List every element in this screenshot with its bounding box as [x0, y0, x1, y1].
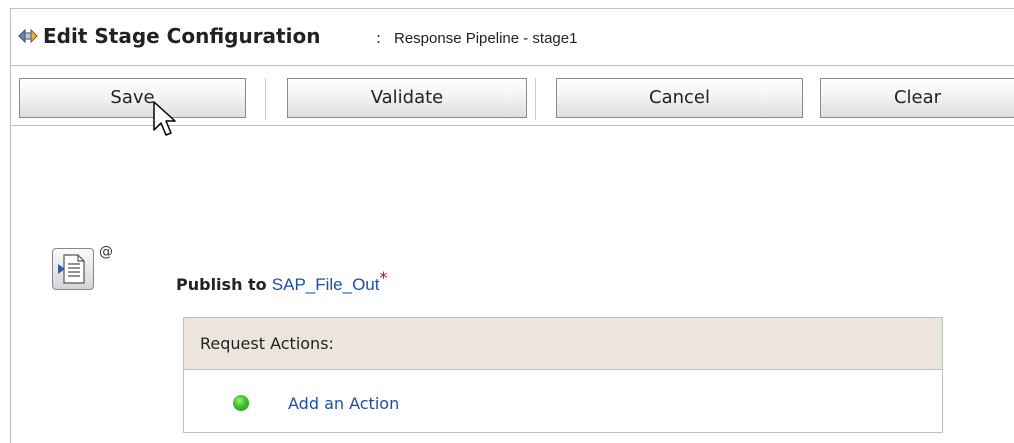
page-title: Edit Stage Configuration — [43, 24, 321, 48]
stage-config-icon — [18, 28, 38, 44]
content-border — [10, 126, 11, 443]
required-marker: * — [379, 268, 388, 287]
publish-prefix: Publish to — [176, 275, 267, 294]
publish-target-link[interactable]: SAP_File_Out — [272, 275, 380, 294]
at-symbol: @ — [99, 244, 113, 260]
clear-button[interactable]: Clear — [820, 78, 1014, 118]
publish-label: Publish to SAP_File_Out* — [176, 268, 388, 295]
publish-action-icon[interactable] — [52, 248, 94, 290]
edit-stage-page: Edit Stage Configuration : Response Pipe… — [0, 0, 1014, 443]
page-subtitle: Response Pipeline - stage1 — [394, 30, 578, 47]
toolbar-divider — [535, 78, 536, 120]
request-actions-title: Request Actions: — [200, 334, 334, 353]
document-icon — [58, 254, 85, 284]
validate-button[interactable]: Validate — [287, 78, 527, 118]
request-actions-panel: Request Actions: Add an Action — [183, 317, 943, 433]
title-separator: : — [376, 29, 382, 47]
mouse-cursor-icon — [153, 101, 176, 136]
add-action-link[interactable]: Add an Action — [288, 394, 399, 413]
request-actions-header: Request Actions: — [184, 318, 942, 370]
cancel-button[interactable]: Cancel — [556, 78, 803, 118]
save-button[interactable]: Save — [19, 78, 246, 118]
green-dot-icon — [233, 395, 249, 411]
toolbar-divider — [265, 78, 266, 120]
